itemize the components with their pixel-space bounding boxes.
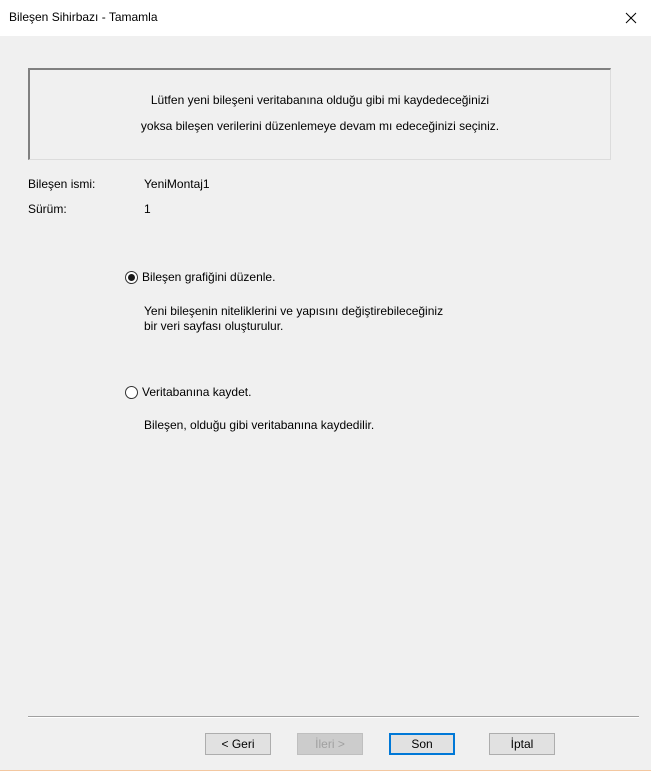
save-to-database-description-line-1: Bileşen, olduğu gibi veritabanına kayded…: [144, 418, 375, 432]
edit-component-description-line-2: bir veri sayfası oluşturulur.: [144, 319, 284, 333]
finish-button[interactable]: Son: [389, 733, 455, 755]
component-name-label: Bileşen ismi:: [28, 177, 96, 191]
version-label: Sürüm:: [28, 202, 67, 216]
save-to-database-option-label[interactable]: Veritabanına kaydet.: [142, 385, 251, 399]
close-button[interactable]: [611, 0, 651, 36]
close-icon: [625, 12, 637, 24]
save-to-database-radio-option[interactable]: Veritabanına kaydet.: [125, 385, 251, 399]
version-value: 1: [144, 202, 151, 216]
instruction-line-1: Lütfen yeni bileşeni veritabanına olduğu…: [150, 93, 490, 107]
edit-component-option-label[interactable]: Bileşen grafiğini düzenle.: [142, 270, 275, 284]
wizard-window: Bileşen Sihirbazı - Tamamla Lütfen yeni …: [0, 0, 651, 771]
radio-unchecked-icon[interactable]: [125, 385, 138, 399]
edit-component-description: Yeni bileşenin niteliklerini ve yapısını…: [144, 304, 443, 334]
instruction-line-2: yoksa bileşen verilerini düzenlemeye dev…: [140, 119, 500, 133]
window-title: Bileşen Sihirbazı - Tamamla: [9, 10, 158, 24]
back-button[interactable]: < Geri: [205, 733, 271, 755]
component-name-value: YeniMontaj1: [144, 177, 210, 191]
title-bar: Bileşen Sihirbazı - Tamamla: [0, 0, 651, 36]
next-button[interactable]: İleri >: [297, 733, 363, 755]
radio-checked-icon[interactable]: [125, 270, 138, 284]
edit-component-radio-option[interactable]: Bileşen grafiğini düzenle.: [125, 270, 275, 284]
button-separator: [28, 716, 639, 718]
instruction-panel: Lütfen yeni bileşeni veritabanına olduğu…: [28, 68, 611, 160]
cancel-button[interactable]: İptal: [489, 733, 555, 755]
save-to-database-description: Bileşen, olduğu gibi veritabanına kayded…: [144, 418, 374, 433]
edit-component-description-line-1: Yeni bileşenin niteliklerini ve yapısını…: [144, 304, 444, 318]
